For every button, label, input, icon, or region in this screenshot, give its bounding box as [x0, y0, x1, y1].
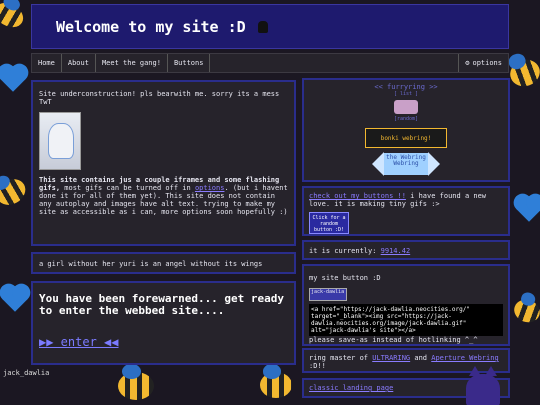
- options-button[interactable]: ⚙ options: [458, 54, 508, 72]
- clock-value[interactable]: 9914.42: [381, 247, 411, 255]
- webring-list[interactable]: [ list ]: [304, 91, 508, 97]
- character-image: [39, 112, 81, 170]
- page-header: Welcome to my site :D Home About Meet th…: [31, 4, 509, 73]
- webring-next[interactable]: >>: [429, 83, 437, 91]
- signature: jack_dawlia: [3, 369, 50, 377]
- hotlink-note: please save-as instead of hotlinking ^_^: [309, 336, 478, 344]
- site-button-code[interactable]: <a href="https://jack-dawlia.neocities.o…: [309, 304, 503, 336]
- site-button-heading: my site button :D: [309, 274, 381, 282]
- webring-webring-label: the Webring Webring: [384, 153, 428, 175]
- heart-icon: [0, 66, 26, 92]
- site-button-panel: my site button :D jack-dawlia <a href="h…: [302, 264, 510, 346]
- site-button-image: jack-dawlia: [309, 288, 347, 301]
- ringmaster-middle: and: [410, 354, 432, 362]
- cat-icon: [257, 20, 268, 33]
- page-title: Welcome to my site :D: [56, 17, 246, 36]
- webring-prev[interactable]: <<: [374, 83, 382, 91]
- ultraring-link[interactable]: ULTRARING: [372, 354, 410, 362]
- webring-random[interactable]: [random]: [304, 116, 508, 122]
- construction-notice: Site underconstruction! pls bearwith me.…: [39, 90, 280, 106]
- ringmaster-suffix: :D!!: [309, 362, 326, 370]
- arrow-right-icon[interactable]: [428, 152, 440, 176]
- nav-about[interactable]: About: [62, 54, 96, 72]
- quote-panel: a girl without her yuri is an angel with…: [31, 252, 296, 274]
- warning-text-1: most gifs can be turned off in: [60, 184, 195, 192]
- webring-title[interactable]: furryring: [387, 83, 425, 91]
- site-banner: Welcome to my site :D: [31, 4, 509, 49]
- bee-icon: [0, 173, 30, 210]
- options-link[interactable]: options: [195, 184, 225, 192]
- webring-panel: << furryring >> [ list ] [random] bonki …: [302, 78, 510, 182]
- arrow-left-icon[interactable]: [372, 152, 384, 176]
- classic-landing-link[interactable]: classic landing page: [309, 384, 393, 392]
- cat-icon: [394, 100, 418, 114]
- clock-panel: it is currently: 9914.42: [302, 240, 510, 260]
- bonki-webring-widget[interactable]: bonki webring!: [365, 128, 447, 148]
- bee-icon: [0, 0, 28, 33]
- aperture-webring-link[interactable]: Aperture Webring: [431, 354, 498, 362]
- buttons-link[interactable]: check out my buttons !!: [309, 192, 406, 200]
- options-label: options: [472, 59, 502, 67]
- bee-icon: [511, 290, 540, 326]
- intro-panel: Site underconstruction! pls bearwith me.…: [31, 80, 296, 246]
- nav-buttons[interactable]: Buttons: [168, 54, 211, 72]
- heart-icon: [516, 196, 540, 222]
- cat-mascot-icon: [466, 366, 500, 405]
- bonki-label: bonki webring!: [380, 134, 432, 142]
- ringmaster-prefix: ring master of: [309, 354, 373, 362]
- bee-icon: [506, 51, 540, 91]
- heart-icon: [2, 286, 28, 312]
- buttons-panel: check out my buttons !! i have found a n…: [302, 186, 510, 236]
- bee-icon: [260, 364, 292, 398]
- forewarn-text: You have been forewarned... get ready to…: [39, 292, 285, 317]
- main-nav: Home About Meet the gang! Buttons ⚙ opti…: [31, 53, 509, 73]
- quote-text: a girl without her yuri is an angel with…: [39, 260, 263, 268]
- content-warning: This site contains jus a couple iframes …: [39, 176, 288, 216]
- nav-home[interactable]: Home: [32, 54, 62, 72]
- bee-icon: [118, 363, 154, 400]
- forewarn-panel: You have been forewarned... get ready to…: [31, 281, 296, 365]
- webring-webring-widget[interactable]: the Webring Webring: [370, 152, 442, 176]
- enter-link[interactable]: ▶▶ enter ◀◀: [39, 335, 288, 349]
- site-button-text: jack-dawlia: [311, 289, 345, 295]
- gear-icon: ⚙: [465, 59, 470, 67]
- nav-meet-the-gang[interactable]: Meet the gang!: [96, 54, 168, 72]
- clock-label: it is currently:: [309, 247, 381, 255]
- random-button[interactable]: Click for a random button :D!: [309, 212, 349, 234]
